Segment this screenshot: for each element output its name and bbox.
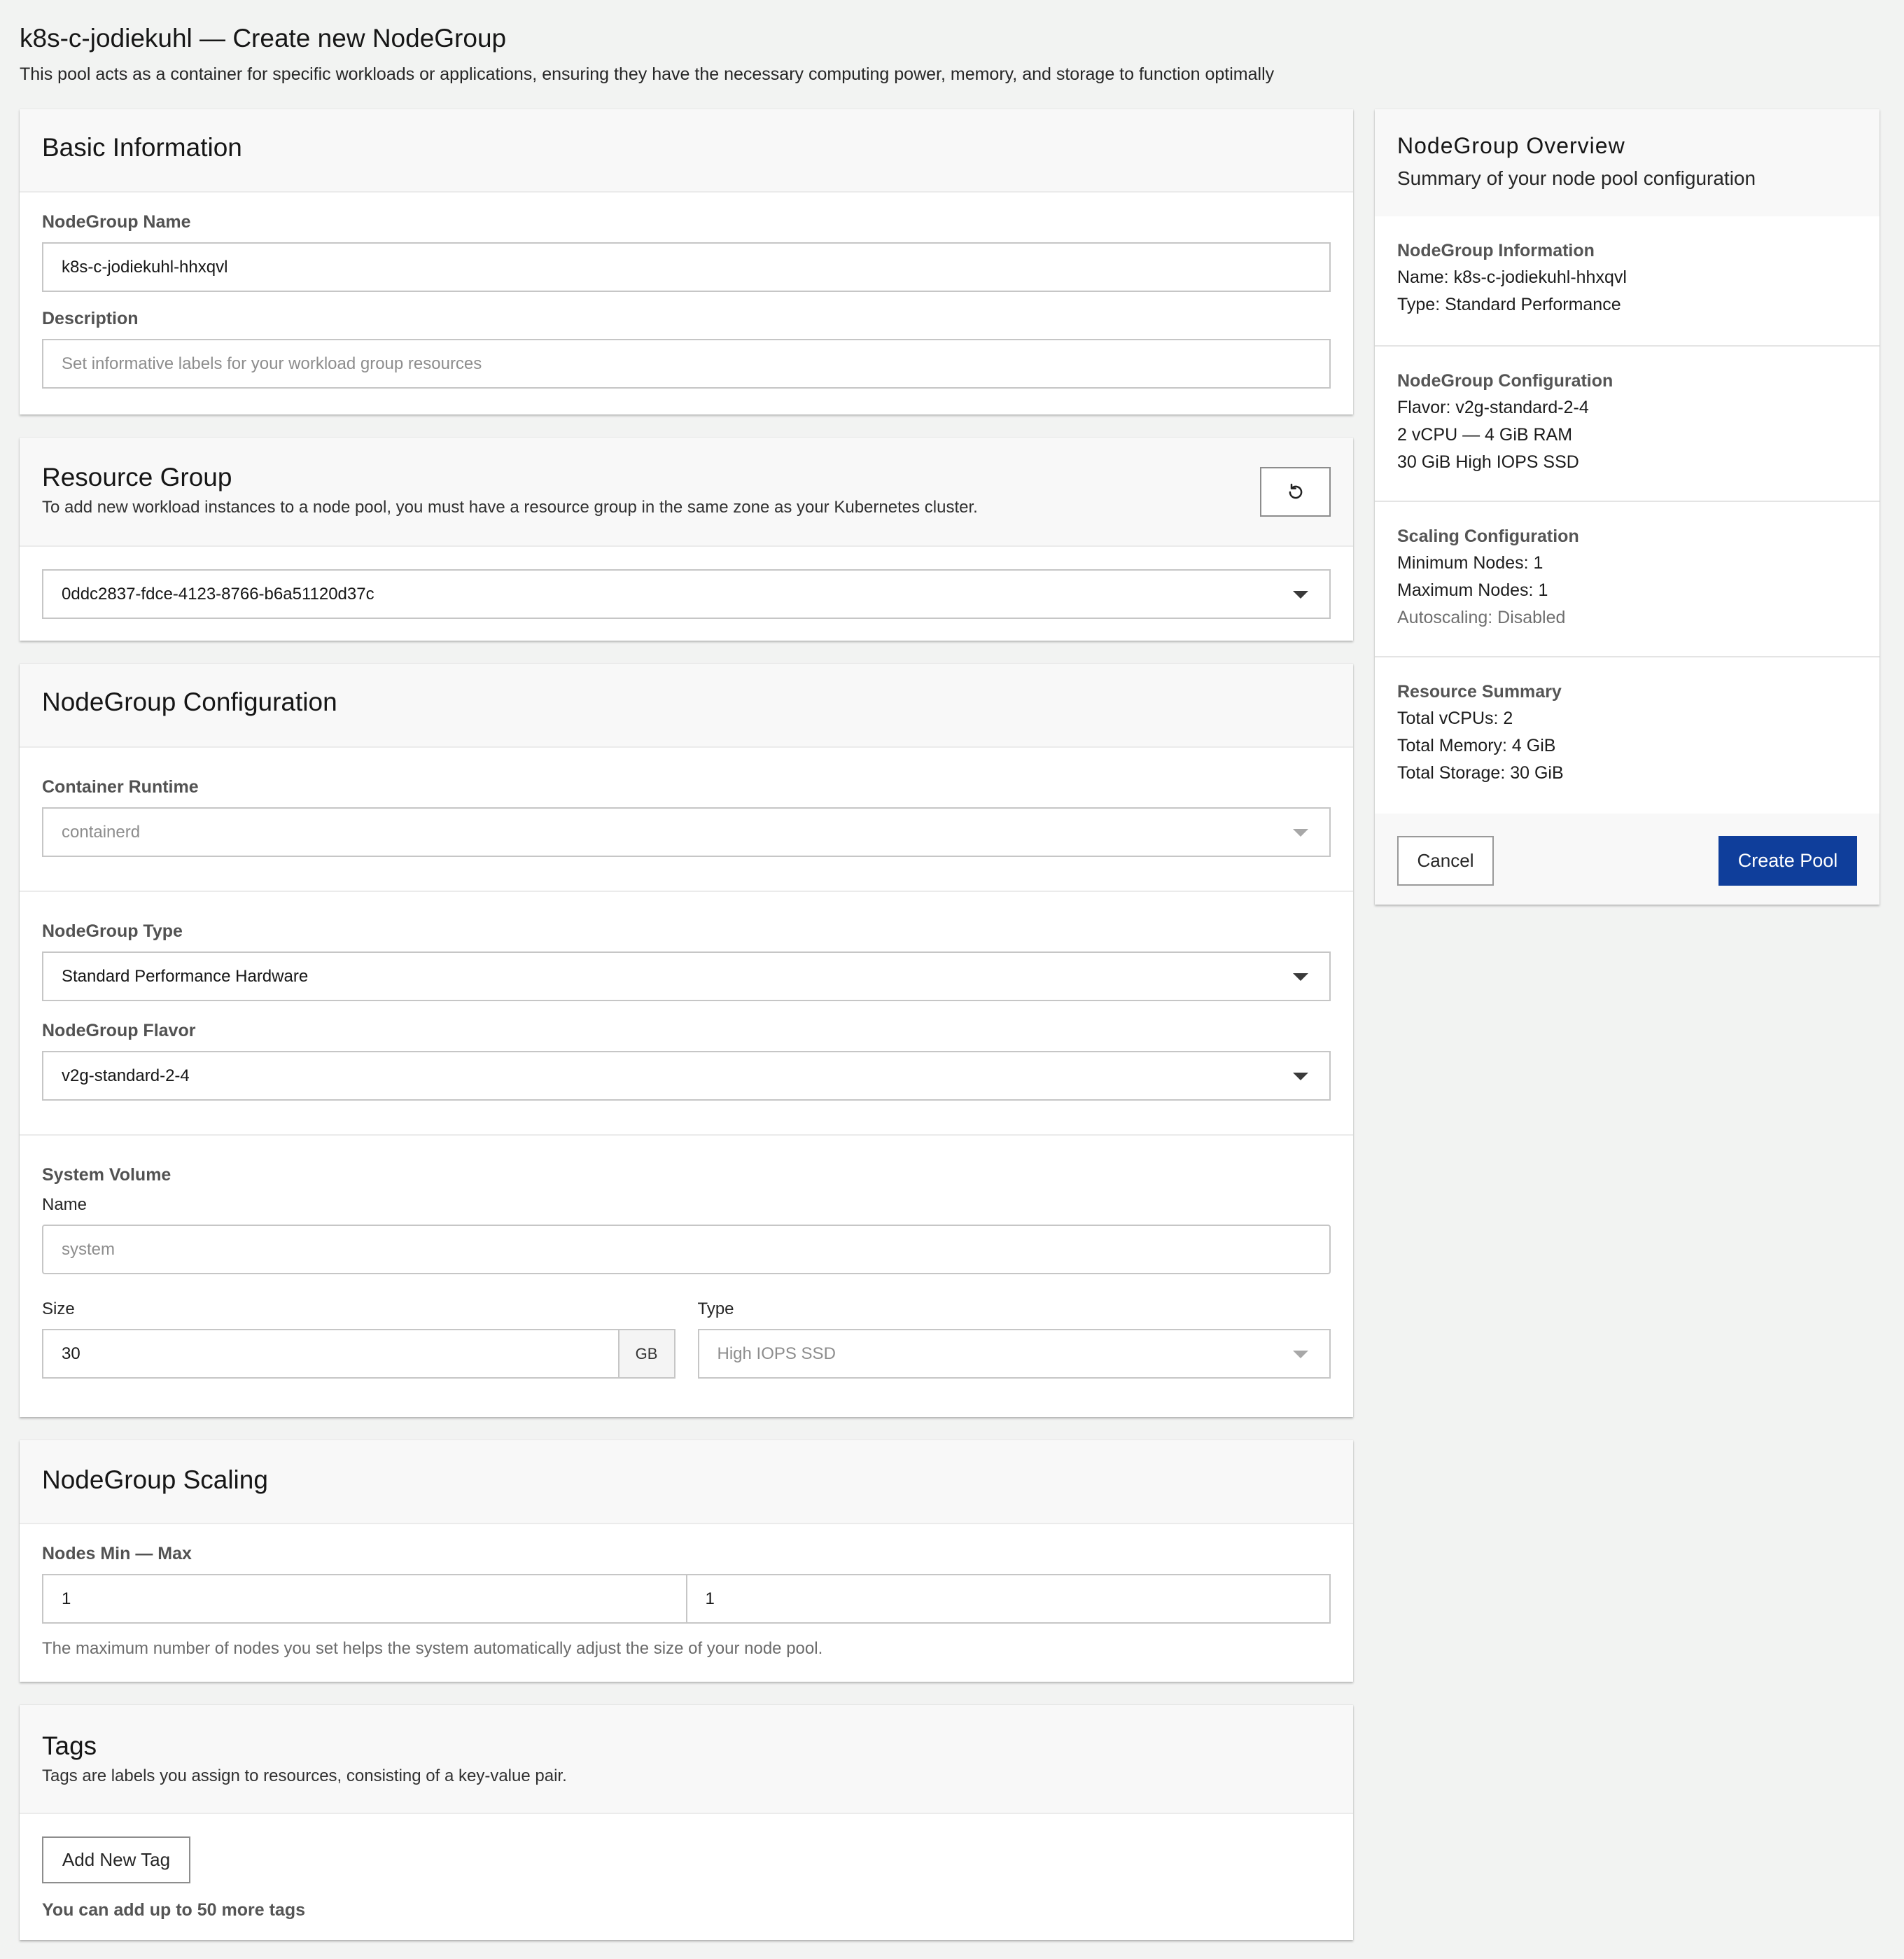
scaling-helper-text: The maximum number of nodes you set help…: [42, 1639, 823, 1658]
resource-group-select[interactable]: 0ddc2837-fdce-4123-8766-b6a51120d37c: [42, 569, 1331, 619]
create-pool-button[interactable]: Create Pool: [1718, 836, 1857, 886]
overview-line: Type: Standard Performance: [1397, 295, 1621, 314]
nodes-min-max-label: Nodes Min — Max: [42, 1544, 192, 1563]
description-input[interactable]: [42, 339, 1331, 389]
size-unit-addon: GB: [617, 1329, 676, 1379]
chevron-down-icon: [1293, 972, 1308, 981]
tags-title: Tags: [42, 1731, 97, 1760]
nodegroup-type-value: Standard Performance Hardware: [62, 966, 309, 986]
nodes-min-input[interactable]: [42, 1574, 687, 1624]
resource-group-description: To add new workload instances to a node …: [42, 498, 978, 517]
volume-size-input[interactable]: [42, 1329, 618, 1379]
resource-group-header: Resource Group To add new workload insta…: [20, 438, 1353, 547]
system-volume-label: System Volume: [42, 1165, 172, 1185]
basic-information-header: Basic Information: [20, 109, 1353, 193]
refresh-button[interactable]: [1260, 467, 1331, 517]
nodegroup-flavor-label: NodeGroup Flavor: [42, 1021, 196, 1040]
nodegroup-flavor-select[interactable]: v2g-standard-2-4: [42, 1051, 1331, 1101]
nodegroup-overview-panel: NodeGroup Overview Summary of your node …: [1375, 109, 1879, 905]
cancel-button[interactable]: Cancel: [1397, 836, 1494, 886]
nodegroup-scaling-header: NodeGroup Scaling: [20, 1440, 1353, 1524]
overview-section-heading: Scaling Configuration: [1397, 527, 1579, 546]
overview-line: Minimum Nodes: 1: [1397, 553, 1544, 573]
overview-line: Maximum Nodes: 1: [1397, 580, 1548, 600]
nodegroup-name-label: NodeGroup Name: [42, 212, 191, 232]
tags-description: Tags are labels you assign to resources,…: [42, 1766, 567, 1785]
resource-group-card: Resource Group To add new workload insta…: [20, 438, 1353, 641]
volume-size-label: Size: [42, 1299, 75, 1318]
volume-name-label: Name: [42, 1195, 88, 1214]
nodegroup-scaling-title: NodeGroup Scaling: [42, 1465, 268, 1494]
overview-line: 30 GiB High IOPS SSD: [1397, 452, 1579, 472]
overview-title: NodeGroup Overview: [1397, 133, 1625, 158]
page-header: k8s-c-jodiekuhl — Create new NodeGroup T…: [20, 21, 1882, 88]
overview-line: Total vCPUs: 2: [1397, 709, 1513, 728]
overview-subtitle: Summary of your node pool configuration: [1397, 167, 1756, 189]
resource-group-title: Resource Group: [42, 463, 232, 492]
nodes-max-input[interactable]: [686, 1574, 1331, 1624]
chevron-down-icon: [1293, 1350, 1308, 1358]
chevron-down-icon: [1293, 590, 1308, 599]
tags-header: Tags Tags are labels you assign to resou…: [20, 1705, 1353, 1814]
basic-information-title: Basic Information: [42, 133, 242, 162]
resource-group-value: 0ddc2837-fdce-4123-8766-b6a51120d37c: [62, 584, 374, 604]
container-runtime-select[interactable]: containerd: [42, 807, 1331, 857]
container-runtime-label: Container Runtime: [42, 777, 199, 797]
volume-type-value: High IOPS SSD: [717, 1344, 836, 1363]
overview-section-resources: Resource Summary Total vCPUs: 2 Total Me…: [1375, 657, 1879, 813]
overview-section-scaling: Scaling Configuration Minimum Nodes: 1 M…: [1375, 502, 1879, 657]
container-runtime-value: containerd: [62, 822, 141, 842]
nodegroup-configuration-card: NodeGroup Configuration Container Runtim…: [20, 664, 1353, 1417]
page-subtitle: This pool acts as a container for specif…: [20, 64, 1275, 84]
autoscaling-status: Autoscaling: Disabled: [1397, 608, 1566, 627]
overview-header: NodeGroup Overview Summary of your node …: [1375, 109, 1879, 216]
chevron-down-icon: [1293, 1072, 1308, 1080]
volume-type-label: Type: [697, 1299, 734, 1318]
basic-information-card: Basic Information NodeGroup Name Descrip…: [20, 109, 1353, 414]
nodegroup-configuration-title: NodeGroup Configuration: [42, 688, 337, 716]
overview-section-heading: NodeGroup Configuration: [1397, 371, 1614, 391]
refresh-icon: [1289, 483, 1302, 499]
tags-card: Tags Tags are labels you assign to resou…: [20, 1705, 1353, 1940]
description-label: Description: [42, 309, 139, 328]
overview-line: Flavor: v2g-standard-2-4: [1397, 398, 1589, 417]
nodegroup-configuration-header: NodeGroup Configuration: [20, 664, 1353, 748]
overview-section-heading: Resource Summary: [1397, 682, 1562, 702]
page-title: k8s-c-jodiekuhl — Create new NodeGroup: [20, 24, 507, 53]
nodegroup-type-select[interactable]: Standard Performance Hardware: [42, 951, 1331, 1001]
nodegroup-type-label: NodeGroup Type: [42, 921, 183, 941]
nodegroup-scaling-card: NodeGroup Scaling Nodes Min — Max The ma…: [20, 1440, 1353, 1682]
add-new-tag-button[interactable]: Add New Tag: [42, 1836, 190, 1883]
overview-section-information: NodeGroup Information Name: k8s-c-jodiek…: [1375, 216, 1879, 347]
overview-line: Name: k8s-c-jodiekuhl-hhxqvl: [1397, 267, 1627, 287]
volume-name-input[interactable]: [42, 1225, 1331, 1274]
overview-line: Total Memory: 4 GiB: [1397, 736, 1556, 755]
tags-limit-text: You can add up to 50 more tags: [42, 1900, 305, 1920]
overview-section-heading: NodeGroup Information: [1397, 241, 1595, 260]
volume-type-select[interactable]: High IOPS SSD: [697, 1329, 1331, 1379]
chevron-down-icon: [1293, 828, 1308, 837]
overview-section-configuration: NodeGroup Configuration Flavor: v2g-stan…: [1375, 347, 1879, 502]
nodegroup-flavor-value: v2g-standard-2-4: [62, 1066, 190, 1085]
nodegroup-name-input[interactable]: [42, 242, 1331, 292]
overview-line: 2 vCPU — 4 GiB RAM: [1397, 425, 1573, 445]
overview-actions: Cancel Create Pool: [1375, 814, 1879, 905]
overview-line: Total Storage: 30 GiB: [1397, 763, 1564, 783]
